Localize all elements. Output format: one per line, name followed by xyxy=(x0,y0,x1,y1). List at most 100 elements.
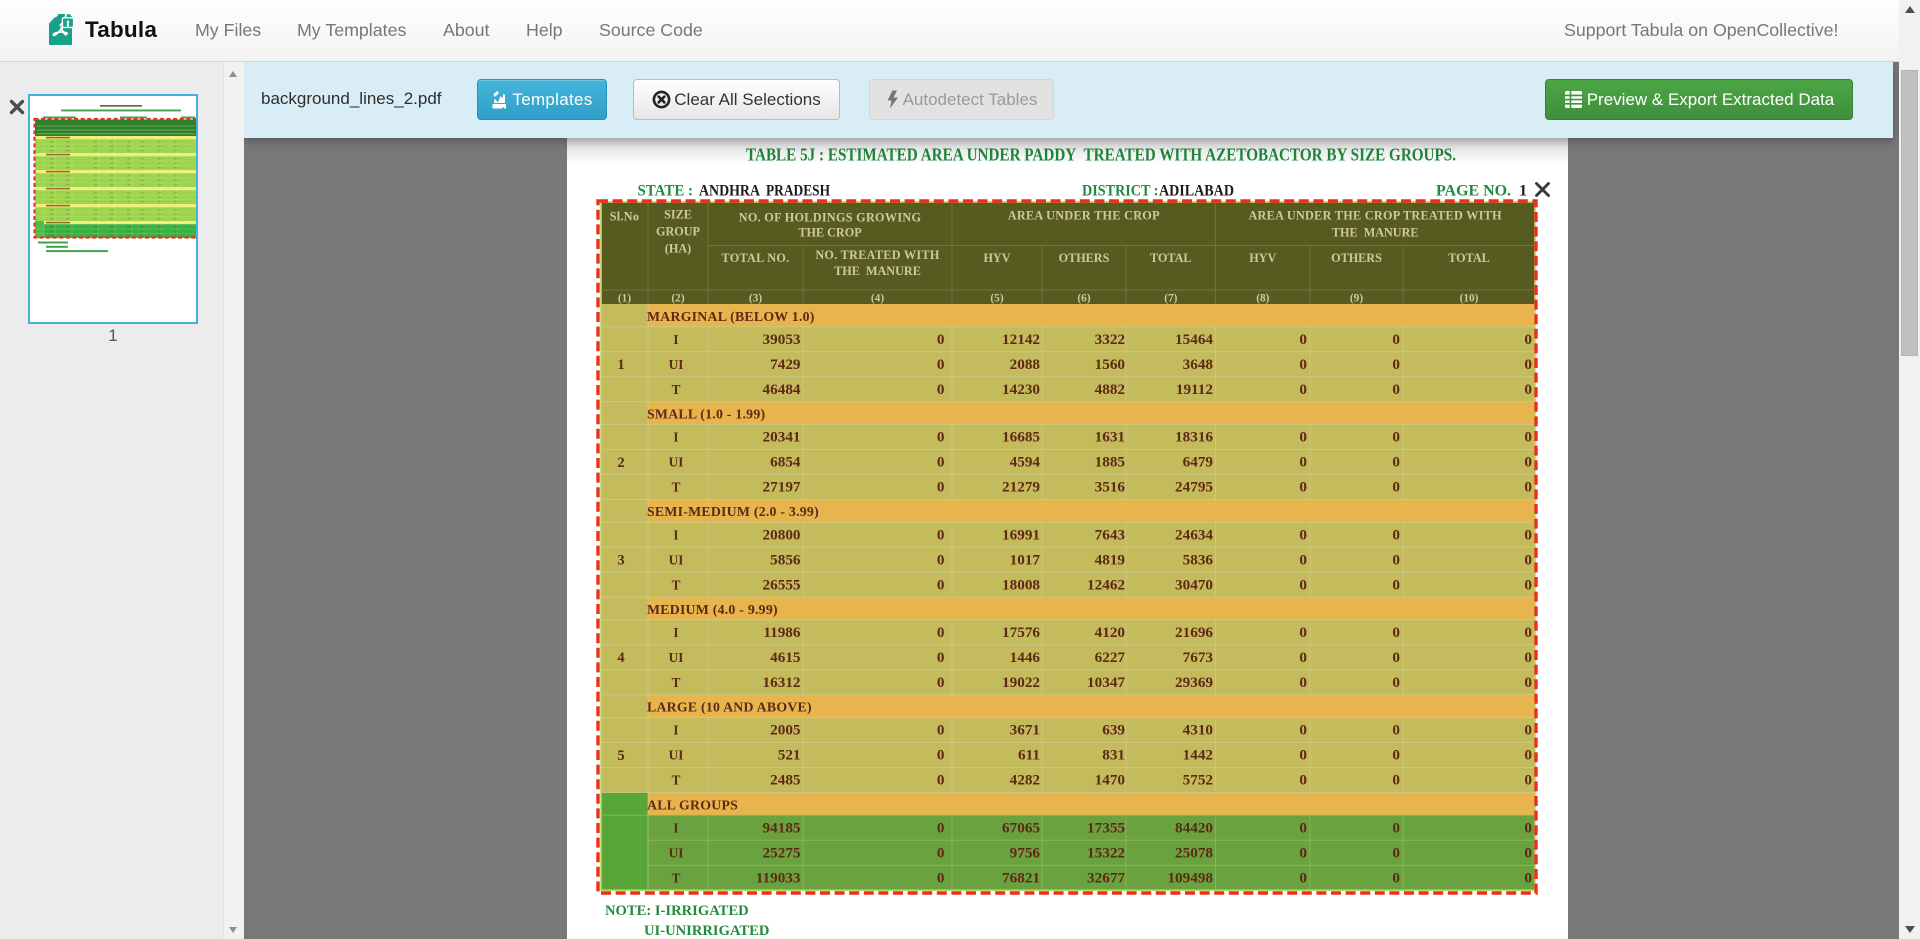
svg-text:2485: 2485 xyxy=(770,772,801,789)
svg-text:0: 0 xyxy=(937,381,945,398)
svg-text:521: 521 xyxy=(778,747,801,764)
svg-text:OTHERS: OTHERS xyxy=(1331,251,1382,265)
svg-text:24795: 24795 xyxy=(1175,479,1213,496)
svg-text:1017: 1017 xyxy=(1010,551,1041,568)
svg-text:TOTAL NO.: TOTAL NO. xyxy=(722,251,790,265)
svg-text:0: 0 xyxy=(1392,674,1400,691)
svg-text:NOTE: I-IRRIGATED: NOTE: I-IRRIGATED xyxy=(605,903,749,919)
svg-text:0: 0 xyxy=(1299,747,1307,764)
svg-text:0: 0 xyxy=(937,819,945,836)
svg-text:0: 0 xyxy=(1392,526,1400,543)
svg-text:ALL GROUPS: ALL GROUPS xyxy=(647,797,738,812)
svg-text:6227: 6227 xyxy=(1095,649,1126,666)
svg-text:0: 0 xyxy=(937,551,945,568)
svg-text:1446: 1446 xyxy=(1010,649,1041,666)
svg-text:(3): (3) xyxy=(749,293,762,305)
svg-text:0: 0 xyxy=(1392,331,1400,348)
svg-text:I: I xyxy=(673,332,678,347)
svg-text:T: T xyxy=(672,480,681,495)
svg-text:32677: 32677 xyxy=(1087,869,1125,886)
svg-text:0: 0 xyxy=(937,429,945,446)
svg-text:0: 0 xyxy=(937,624,945,641)
svg-text:0: 0 xyxy=(1524,747,1532,764)
svg-text:4594: 4594 xyxy=(1010,454,1041,471)
svg-text:UI: UI xyxy=(669,748,684,763)
svg-text:17576: 17576 xyxy=(1002,624,1040,641)
svg-text:1442: 1442 xyxy=(1183,747,1213,764)
svg-text:HYV: HYV xyxy=(1249,251,1276,265)
svg-text:2005: 2005 xyxy=(770,722,801,739)
svg-text:OTHERS: OTHERS xyxy=(1059,251,1110,265)
svg-text:0: 0 xyxy=(1524,551,1532,568)
svg-text:SIZE: SIZE xyxy=(664,208,692,222)
svg-text:7673: 7673 xyxy=(1183,649,1214,666)
svg-text:0: 0 xyxy=(937,747,945,764)
svg-text:2088: 2088 xyxy=(1010,356,1041,373)
svg-text:0: 0 xyxy=(1524,869,1532,886)
svg-text:25275: 25275 xyxy=(763,844,801,861)
svg-text:0: 0 xyxy=(1299,649,1307,666)
svg-text:16312: 16312 xyxy=(763,674,801,691)
svg-text:10347: 10347 xyxy=(1087,674,1125,691)
svg-text:(8): (8) xyxy=(1256,293,1269,305)
svg-text:0: 0 xyxy=(1524,624,1532,641)
svg-text:I: I xyxy=(673,625,678,640)
svg-text:16991: 16991 xyxy=(1002,526,1040,543)
svg-text:19022: 19022 xyxy=(1002,674,1040,691)
svg-text:0: 0 xyxy=(937,649,945,666)
svg-text:MARGINAL (BELOW 1.0): MARGINAL (BELOW 1.0) xyxy=(647,309,815,325)
svg-text:0: 0 xyxy=(1392,454,1400,471)
svg-text:PRADESH: PRADESH xyxy=(766,182,830,200)
svg-text:0: 0 xyxy=(1524,576,1532,593)
svg-text:Sl.No: Sl.No xyxy=(610,210,640,224)
svg-text:5: 5 xyxy=(617,748,624,764)
svg-text:30470: 30470 xyxy=(1175,576,1213,593)
svg-text:119033: 119033 xyxy=(756,869,801,886)
svg-text:0: 0 xyxy=(937,356,945,373)
svg-text:0: 0 xyxy=(1299,772,1307,789)
svg-text:0: 0 xyxy=(1524,331,1532,348)
svg-text:639: 639 xyxy=(1102,722,1125,739)
svg-text:12142: 12142 xyxy=(1002,331,1040,348)
svg-text:0: 0 xyxy=(1299,869,1307,886)
svg-text:(6): (6) xyxy=(1077,293,1090,305)
svg-text:(2): (2) xyxy=(671,293,684,305)
svg-text:109498: 109498 xyxy=(1167,869,1213,886)
svg-text:20341: 20341 xyxy=(763,429,801,446)
svg-text:1885: 1885 xyxy=(1095,454,1126,471)
svg-text:0: 0 xyxy=(1392,844,1400,861)
svg-text:0: 0 xyxy=(1299,551,1307,568)
svg-text:7643: 7643 xyxy=(1095,526,1126,543)
svg-text:0: 0 xyxy=(937,772,945,789)
svg-text:0: 0 xyxy=(1299,331,1307,348)
svg-text:0: 0 xyxy=(937,674,945,691)
svg-text:611: 611 xyxy=(1018,747,1040,764)
svg-text:I: I xyxy=(673,430,678,445)
svg-text:0: 0 xyxy=(1299,819,1307,836)
svg-text:T: T xyxy=(672,675,681,690)
svg-text:0: 0 xyxy=(1392,649,1400,666)
svg-text:21279: 21279 xyxy=(1002,479,1040,496)
svg-text:46484: 46484 xyxy=(763,381,801,398)
svg-text:0: 0 xyxy=(1524,819,1532,836)
svg-text:25078: 25078 xyxy=(1175,844,1213,861)
svg-text:15464: 15464 xyxy=(1175,331,1213,348)
svg-text:14230: 14230 xyxy=(1002,381,1040,398)
svg-text:ADILABAD: ADILABAD xyxy=(1159,182,1234,200)
svg-text:0: 0 xyxy=(1524,674,1532,691)
svg-text:UI: UI xyxy=(669,357,684,372)
svg-text:1560: 1560 xyxy=(1095,356,1126,373)
svg-text:4615: 4615 xyxy=(770,649,801,666)
svg-text:T: T xyxy=(672,577,681,592)
svg-text:0: 0 xyxy=(937,844,945,861)
svg-text:0: 0 xyxy=(1299,381,1307,398)
svg-text:0: 0 xyxy=(1524,479,1532,496)
svg-text:18008: 18008 xyxy=(1002,576,1040,593)
svg-text:AREA UNDER THE CROP TREATED WI: AREA UNDER THE CROP TREATED WITH xyxy=(1248,209,1502,223)
svg-text:(4): (4) xyxy=(871,293,884,305)
svg-text:(10): (10) xyxy=(1460,293,1479,305)
svg-text:5752: 5752 xyxy=(1183,772,1213,789)
svg-text:0: 0 xyxy=(937,576,945,593)
svg-text:0: 0 xyxy=(1524,429,1532,446)
svg-text:0: 0 xyxy=(1392,479,1400,496)
